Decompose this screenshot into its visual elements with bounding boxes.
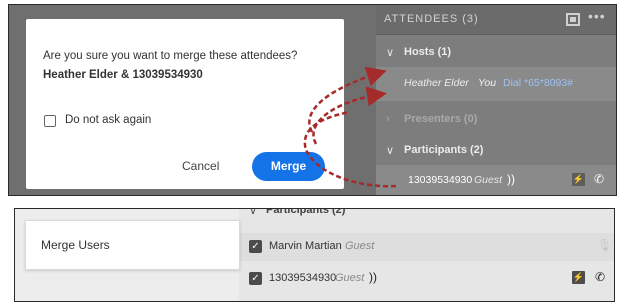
host-you-tag: You [478, 77, 497, 89]
participant-name: 13039534930 [269, 272, 337, 284]
participant-name: Marvin Martian [269, 240, 342, 252]
hosts-section-header[interactable]: ∨ Hosts (1) [376, 46, 616, 64]
host-list-item[interactable]: Heather Elder You Dial *65*8093# [376, 67, 616, 101]
flash-icon[interactable]: ⚡ [572, 271, 585, 284]
checkbox-checked[interactable]: ✓ [249, 272, 262, 285]
top-screenshot-panel: ATTENDEES (3) ••• ∨ Hosts (1) Heather El… [8, 4, 617, 196]
chevron-down-icon: ∨ [249, 208, 258, 217]
cancel-button[interactable]: Cancel [182, 159, 219, 173]
context-menu: Merge Users [25, 220, 240, 270]
merge-users-menu-item[interactable]: Merge Users [41, 238, 110, 252]
do-not-ask-label[interactable]: Do not ask again [65, 114, 151, 126]
pod-header: ATTENDEES (3) ••• [376, 5, 616, 35]
participant-role: Guest [345, 240, 375, 252]
attendees-pod: ATTENDEES (3) ••• ∨ Hosts (1) Heather El… [376, 5, 616, 195]
chevron-right-icon: › [386, 113, 390, 125]
speaker-icon: )) [369, 270, 377, 284]
participant-name: 13039534930 [408, 174, 473, 186]
participant-role: Guest [335, 272, 365, 284]
merge-confirm-dialog: Are you sure you want to merge these att… [26, 19, 344, 189]
microphone-icon: 🎙 [597, 238, 613, 252]
list-item[interactable]: ✓ Marvin Martian Guest 🎙 [239, 233, 614, 261]
pod-title: ATTENDEES (3) [384, 13, 479, 25]
participants-section-header[interactable]: ∨ Participants (2) [376, 144, 616, 162]
participants-label: Participants (2) [266, 208, 346, 216]
participants-label: Participants (2) [404, 144, 484, 156]
participant-role: Guest [474, 174, 503, 186]
presenters-label: Presenters (0) [404, 113, 478, 125]
flash-icon[interactable]: ⚡ [572, 173, 585, 186]
layout-icon[interactable] [566, 13, 580, 26]
dial-link[interactable]: Dial *65*8093# [503, 77, 573, 89]
participant-list-item[interactable]: 13039534930 Guest )) ⚡ ✆ [376, 165, 616, 195]
speaker-icon: )) [507, 172, 515, 186]
dialog-question: Are you sure you want to merge these att… [43, 50, 298, 62]
checkbox-checked[interactable]: ✓ [249, 240, 262, 253]
merge-button[interactable]: Merge [252, 152, 325, 181]
dialog-attendee-names: Heather Elder & 13039534930 [43, 69, 203, 81]
phone-icon[interactable]: ✆ [595, 270, 605, 284]
chevron-down-icon: ∨ [386, 47, 395, 59]
hosts-label: Hosts (1) [404, 46, 452, 58]
list-item[interactable]: ✓ 13039534930 Guest )) ⚡ ✆ [239, 265, 614, 293]
do-not-ask-checkbox[interactable] [44, 115, 56, 127]
bottom-screenshot-panel: ∨ Participants (2) ✓ Marvin Martian Gues… [14, 208, 615, 302]
presenters-section-header[interactable]: › Presenters (0) [376, 113, 616, 131]
participants-section-header[interactable]: ∨ Participants (2) [239, 208, 614, 218]
phone-icon[interactable]: ✆ [594, 172, 604, 186]
participant-list: ∨ Participants (2) ✓ Marvin Martian Gues… [239, 208, 614, 301]
more-options-icon[interactable]: ••• [588, 8, 606, 24]
chevron-down-icon: ∨ [386, 145, 395, 157]
host-name: Heather Elder [404, 77, 469, 89]
